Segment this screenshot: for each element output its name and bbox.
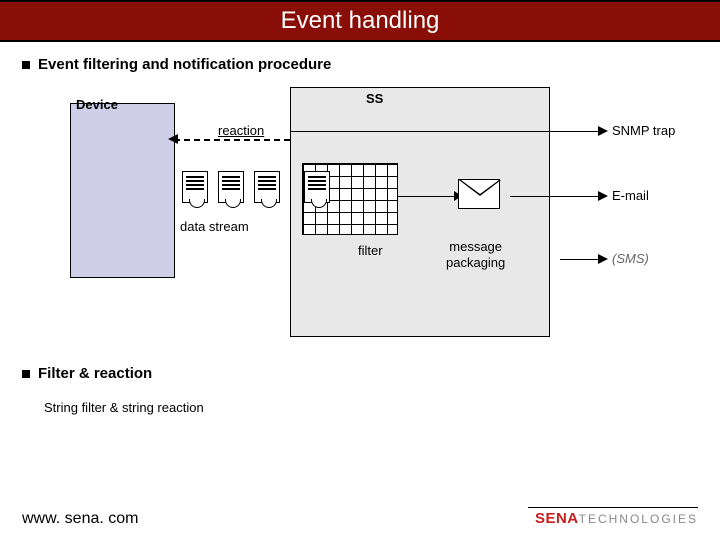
logo-brand-a: SENA	[535, 510, 579, 527]
sms-arrowhead-icon	[598, 254, 608, 264]
section-1-heading: Event filtering and notification procedu…	[38, 56, 331, 73]
document-icon	[254, 171, 280, 203]
title-bar: Event handling	[0, 0, 720, 42]
section-2-heading: Filter & reaction	[38, 365, 152, 382]
filter-label: filter	[358, 243, 383, 258]
ss-label: SS	[366, 91, 383, 106]
section-2-heading-row: Filter & reaction	[22, 365, 698, 382]
logo-brand-b: TECHNOLOGIES	[579, 512, 698, 526]
email-arrowhead-icon	[598, 191, 608, 201]
email-arrow-line	[510, 196, 600, 197]
page-title: Event handling	[281, 7, 440, 35]
document-icon	[304, 171, 330, 203]
device-box	[70, 103, 175, 278]
reaction-arrow-line	[174, 139, 290, 141]
section-2-subtext: String filter & string reaction	[44, 400, 698, 415]
bullet-square-icon	[22, 370, 30, 378]
footer: www. sena. com SENATECHNOLOGIES	[22, 507, 698, 528]
message-line1: message	[449, 239, 502, 254]
snmp-arrow-line	[290, 131, 600, 132]
sms-label: (SMS)	[612, 251, 649, 266]
data-stream-label: data stream	[180, 219, 249, 234]
footer-logo: SENATECHNOLOGIES	[528, 507, 698, 528]
filter-to-msg-line	[398, 196, 458, 197]
envelope-icon	[458, 179, 500, 209]
snmp-label: SNMP trap	[612, 123, 675, 138]
sms-arrow-line	[560, 259, 600, 260]
snmp-arrowhead-icon	[598, 126, 608, 136]
email-label: E-mail	[612, 188, 649, 203]
section-2: Filter & reaction String filter & string…	[0, 365, 720, 415]
section-1-heading-row: Event filtering and notification procedu…	[22, 56, 698, 73]
diagram: SS Device reaction SNMP trap data stream…	[40, 91, 680, 341]
logo-text: SENATECHNOLOGIES	[535, 510, 698, 527]
reaction-arrowhead-icon	[168, 134, 178, 144]
content-area: Event filtering and notification procedu…	[0, 42, 720, 341]
message-line2: packaging	[446, 255, 505, 270]
device-label: Device	[76, 97, 118, 112]
document-icon	[218, 171, 244, 203]
message-packaging-label: message packaging	[446, 239, 505, 270]
logo-divider	[528, 507, 698, 508]
reaction-label: reaction	[218, 123, 264, 138]
footer-url: www. sena. com	[22, 510, 138, 528]
document-icon	[182, 171, 208, 203]
bullet-square-icon	[22, 61, 30, 69]
